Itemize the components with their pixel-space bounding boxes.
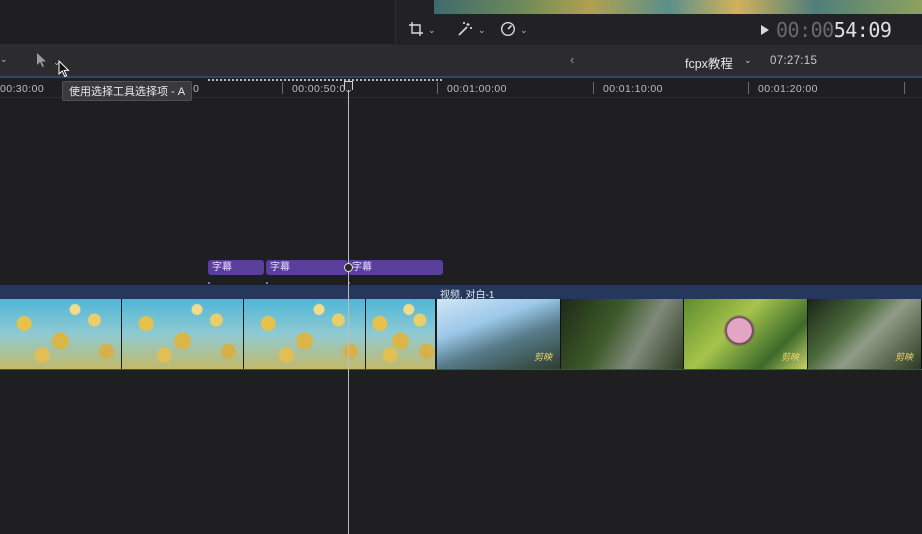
- clip-thumbnail: [0, 299, 122, 369]
- clip-thumbnail: [366, 299, 436, 369]
- select-tool-tooltip: 使用选择工具选择项 - A: [62, 81, 193, 101]
- title-connection-marker: [266, 282, 268, 284]
- project-name[interactable]: fcpx教程: [685, 53, 733, 72]
- clip-thumbnail: [122, 299, 244, 369]
- clip-thumbnail: 剪映: [437, 299, 561, 369]
- title-clip[interactable]: 字幕: [348, 260, 443, 275]
- title-clip-label: 字幕: [352, 262, 372, 273]
- playhead-line[interactable]: [348, 90, 349, 534]
- video-clip-jellyfish[interactable]: [0, 299, 436, 370]
- select-tool-button[interactable]: ⌄: [36, 52, 61, 73]
- ruler-tick: [904, 82, 905, 94]
- thumbnail-watermark: 剪映: [533, 353, 552, 363]
- playhead-handle[interactable]: [344, 81, 353, 90]
- chevron-down-icon[interactable]: ⌄: [744, 55, 752, 66]
- chevron-down-icon: ⌄: [428, 24, 436, 35]
- clip-thumbnail: 剪映: [808, 299, 922, 369]
- clip-thumbnail: 剪映: [684, 299, 808, 369]
- crop-transform-icon: [408, 21, 424, 40]
- title-clip-label: 字幕: [270, 262, 290, 273]
- ruler-label: 00:01:20:00: [758, 83, 818, 95]
- arrow-pointer-icon: [36, 52, 48, 73]
- title-connection-marker: [208, 282, 210, 284]
- thumbnail-watermark: 剪映: [780, 353, 799, 363]
- clip-thumbnail: [561, 299, 684, 369]
- browser-pane: [0, 0, 395, 45]
- ruler-label: 0: [193, 83, 200, 95]
- chevron-left-icon[interactable]: ‹: [570, 52, 574, 67]
- selection-range-indicator: [208, 79, 442, 81]
- ruler-tick: [748, 82, 749, 94]
- ruler-label: 00:01:10:00: [603, 83, 663, 95]
- timecode-bright-part: 54:09: [833, 18, 892, 42]
- timecode-dim-part: 00:00: [776, 18, 834, 42]
- timeline-toolbar: ⌄ ⌄ ‹ fcpx教程 ⌄ 07:27:15: [0, 45, 922, 77]
- viewer-video-frame: [434, 0, 922, 14]
- skimmer-knob[interactable]: [344, 263, 353, 272]
- title-clip[interactable]: 字幕: [266, 260, 348, 275]
- video-clip-dialogue[interactable]: 剪映 剪映 剪映: [437, 299, 922, 370]
- ruler-label: 00:01:00:00: [447, 83, 507, 95]
- project-duration: 07:27:15: [770, 55, 818, 67]
- magic-wand-icon: [456, 21, 474, 40]
- ruler-label: 00:30:00: [0, 83, 45, 95]
- title-clip[interactable]: 字幕: [208, 260, 264, 275]
- thumbnail-watermark: 剪映: [894, 353, 913, 363]
- ruler-tick: [282, 82, 283, 94]
- timecode-display[interactable]: 00:00 54:09: [761, 18, 892, 42]
- ruler-tick: [437, 82, 438, 94]
- play-icon[interactable]: [761, 25, 769, 35]
- transform-tool-button[interactable]: ⌄: [408, 20, 436, 40]
- chevron-down-icon: ⌄: [520, 24, 528, 35]
- ruler-tick: [593, 82, 594, 94]
- chevron-down-icon: ⌄: [478, 24, 486, 35]
- mouse-cursor-icon: [58, 59, 70, 83]
- ruler-label: 00:00:50:00: [292, 83, 352, 95]
- title-clip-label: 字幕: [212, 262, 232, 273]
- chevron-down-icon[interactable]: ⌄: [0, 54, 8, 65]
- viewer-pane: ⌄ ⌄ ⌄ 00:00 54:09: [395, 0, 922, 45]
- retime-speedometer-icon: [500, 21, 516, 40]
- enhance-tool-button[interactable]: ⌄: [456, 20, 486, 40]
- retime-tool-button[interactable]: ⌄: [500, 20, 528, 40]
